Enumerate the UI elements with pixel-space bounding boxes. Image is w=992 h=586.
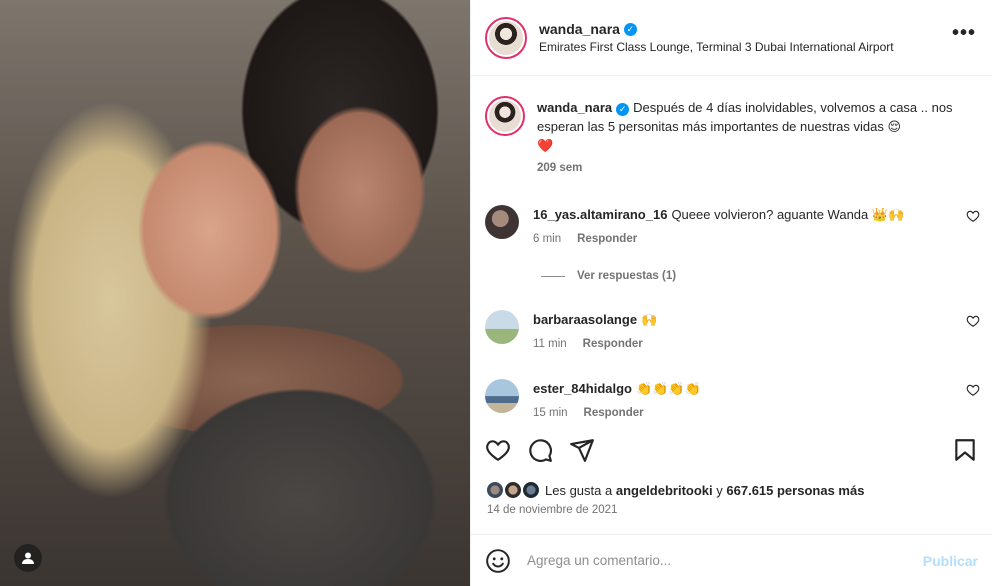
more-icon[interactable]: ••• [952,22,976,45]
likes-middle: y [716,482,723,498]
caption-avatar[interactable] [485,96,525,136]
likes-prefix: Les gusta a [545,482,613,498]
comment-item: barbaraasolange 🙌 11 min Responder [485,310,980,354]
caption-time[interactable]: 209 sem [537,159,582,178]
view-replies-label: Ver respuestas (1) [577,270,677,282]
comment-like-icon[interactable] [966,314,980,328]
view-replies-button[interactable]: Ver respuestas (1) [541,270,676,282]
emoji-icon[interactable] [485,548,511,574]
verified-icon: ✓ [616,103,630,116]
user-tag-icon[interactable] [14,544,42,572]
share-icon[interactable] [569,437,595,463]
likes-summary: Les gusta a angeldebritooki y 667.615 pe… [485,480,978,500]
post-date[interactable]: 14 de noviembre de 2021 [487,504,617,516]
verified-icon: ✓ [623,22,637,36]
comment-like-icon[interactable] [966,209,980,223]
likes-count[interactable]: 667.615 personas más [726,483,864,498]
author-avatar[interactable] [485,16,527,59]
post-header: wanda_nara ✓ Emirates First Class Lounge… [471,0,992,76]
reply-button[interactable]: Responder [577,230,637,249]
caption-heart: ❤️ [537,138,554,153]
comment-text: 👏👏👏👏 [636,381,701,396]
comment-icon[interactable] [527,437,553,463]
comment-like-icon[interactable] [966,383,980,397]
comment-username[interactable]: ester_84hidalgo [533,381,632,396]
comment-text: 🙌 [641,312,658,327]
post-photo[interactable] [0,0,470,586]
comment-time[interactable]: 6 min [533,230,561,249]
commenter-avatar[interactable] [485,205,519,239]
caption-username[interactable]: wanda_nara [537,100,612,115]
commenter-avatar[interactable] [485,310,519,344]
post-location[interactable]: Emirates First Class Lounge, Terminal 3 … [539,40,952,54]
caption: wanda_nara ✓ Después de 4 días inolvidable… [485,96,980,178]
comment-text: Queee volvieron? aguante Wanda 👑🙌 [671,207,905,222]
likers-avatars[interactable] [485,480,543,500]
comments-list[interactable]: wanda_nara ✓ Después de 4 días inolvidable… [471,77,992,425]
publish-button[interactable]: Publicar [923,553,978,569]
save-icon[interactable] [952,437,978,463]
comment-composer: Publicar [471,534,992,586]
action-bar [485,432,978,468]
commenter-avatar[interactable] [485,379,519,413]
reply-button[interactable]: Responder [583,335,643,354]
comment-username[interactable]: 16_yas.altamirano_16 [533,207,667,222]
comment-item: 16_yas.altamirano_16 Queee volvieron? agu… [485,205,980,249]
comment-item: ester_84hidalgo 👏👏👏👏 15 min Responder [485,379,980,423]
post-panel: wanda_nara ✓ Emirates First Class Lounge… [470,0,992,586]
comment-username[interactable]: barbaraasolange [533,312,637,327]
comment-time[interactable]: 15 min [533,404,568,423]
comment-time[interactable]: 11 min [533,335,567,354]
author-username[interactable]: wanda_nara [539,21,620,37]
reply-button[interactable]: Responder [584,404,644,423]
likes-user[interactable]: angeldebritooki [616,483,713,498]
like-icon[interactable] [485,437,511,463]
comment-input[interactable] [527,553,923,568]
